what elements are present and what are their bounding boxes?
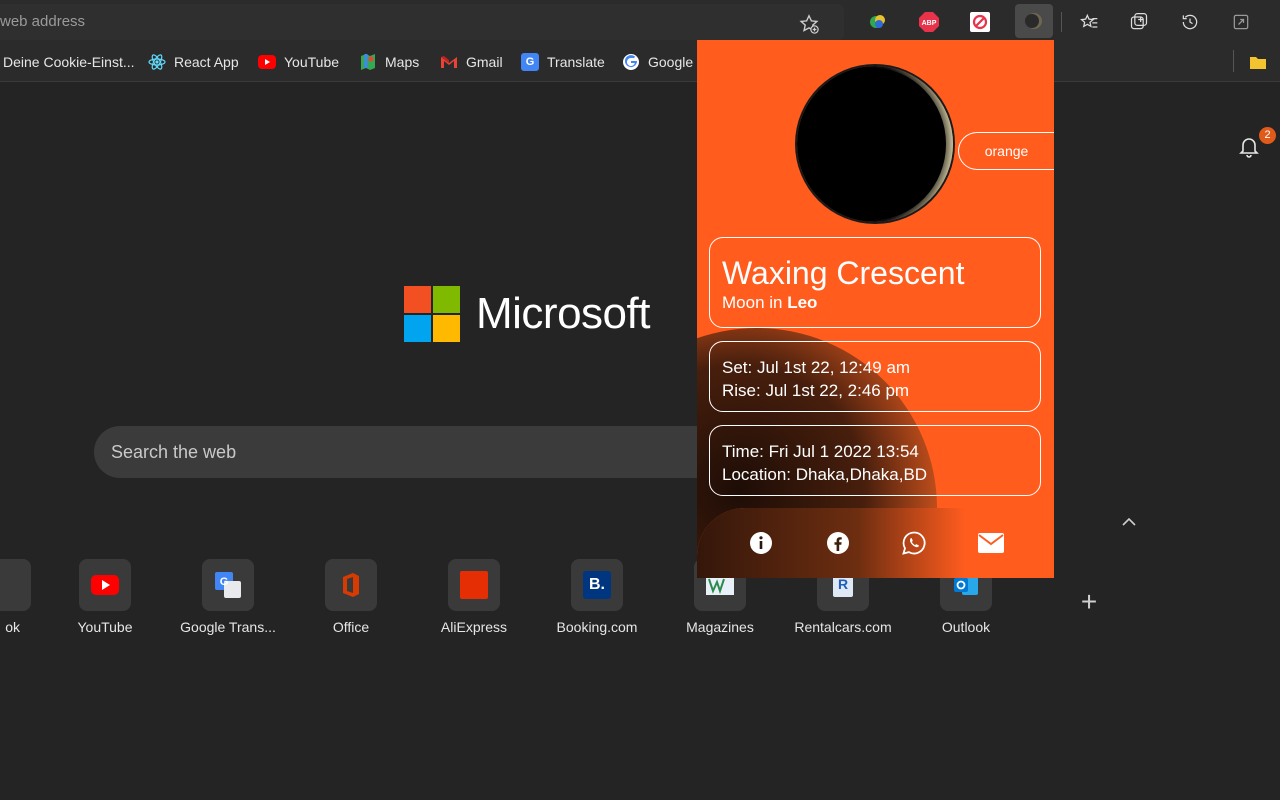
address-placeholder[interactable]: web address [0,13,85,30]
bookmark-item[interactable]: Maps [359,51,419,73]
moon-phase-popup: orange Waxing Crescent Moon in Leo Set: … [697,40,1054,578]
booking-icon: B. [571,559,623,611]
bookmark-item[interactable]: Gmail [440,51,503,73]
bookmark-item[interactable]: Deine Cookie-Einst... [3,51,135,73]
microsoft-logo: Microsoft [404,286,650,342]
gmail-icon [440,53,458,71]
bookmark-label: Google [648,54,694,70]
bookmarks-divider [1233,50,1234,72]
rise-set-card: Set: Jul 1st 22, 12:49 am Rise: Jul 1st … [709,341,1041,412]
favorites-icon[interactable] [1074,7,1104,37]
tile-label: Magazines [686,619,754,635]
theme-toggle-button[interactable]: orange [958,132,1054,170]
search-input[interactable] [111,442,671,463]
quick-link-tile[interactable]: B. Booking.com [542,559,652,635]
time-location-card: Time: Fri Jul 1 2022 13:54 Location: Dha… [709,425,1041,496]
tile-label: Outlook [941,619,991,635]
chevron-up-icon[interactable] [1120,513,1138,531]
tile-label: AliExpress [440,619,508,635]
tile-label: Office [332,619,370,635]
translate-icon: G [202,559,254,611]
email-icon[interactable] [978,530,1004,556]
maps-icon [359,53,377,71]
zodiac-sign: Leo [787,293,818,312]
quick-link-tile[interactable]: YouTube [50,559,160,635]
adblock-plus-icon[interactable]: ABP [914,7,944,37]
tile-label: Rentalcars.com [794,619,892,635]
phase-name: Waxing Crescent [722,255,965,291]
office-icon [325,559,377,611]
react-icon [148,53,166,71]
bookmarks-bar: Deine Cookie-Einst... React App YouTube … [0,42,1280,82]
web-search-box[interactable] [94,426,734,478]
bookmark-label: Gmail [466,54,503,70]
aliexpress-icon [448,559,500,611]
bookmark-label: Translate [547,54,605,70]
notification-badge: 2 [1259,127,1276,144]
bookmark-item[interactable]: YouTube [258,51,339,73]
info-icon[interactable] [748,530,774,556]
phase-card: Waxing Crescent Moon in Leo [709,237,1041,328]
color-picker-extension-icon[interactable] [863,7,893,37]
facebook-icon [0,559,31,611]
bookmark-label: Deine Cookie-Einst... [3,54,135,70]
tile-label: Booking.com [556,619,638,635]
browser-toolbar: web address ABP [0,0,1280,42]
add-favorite-icon[interactable] [798,13,820,35]
quick-link-tile[interactable]: AliExpress [419,559,529,635]
logo-text: Microsoft [476,289,650,338]
other-favorites-folder[interactable] [1249,51,1267,73]
quick-link-tile[interactable]: Office [296,559,406,635]
youtube-icon [258,53,276,71]
history-icon[interactable] [1175,7,1205,37]
zodiac-prefix: Moon in [722,293,788,312]
toolbar-divider [1061,12,1062,32]
current-time: Time: Fri Jul 1 2022 13:54 [722,442,919,461]
svg-text:R: R [838,576,848,592]
collections-icon[interactable] [1124,7,1154,37]
bookmark-item[interactable]: G Translate [521,51,605,73]
zodiac-line: Moon in Leo [722,293,1028,313]
bookmark-item[interactable]: React App [148,51,239,73]
bookmark-label: React App [174,54,239,70]
quick-link-tile[interactable]: G Google Trans... [173,559,283,635]
microsoft-logo-icon [404,286,460,342]
moon-phase-image [797,66,953,222]
svg-text:ABP: ABP [922,20,937,27]
translate-icon: G [521,53,539,71]
address-bar[interactable]: web address [0,4,844,40]
youtube-icon [79,559,131,611]
popup-footer [697,508,1054,578]
bookmark-label: YouTube [284,54,340,70]
moonset-time: Set: Jul 1st 22, 12:49 am [722,358,911,377]
bookmark-item[interactable]: Google [622,51,693,73]
bookmark-label: Maps [385,54,420,70]
moon-dark-side [800,68,946,220]
notification-bell-icon[interactable] [1237,134,1261,158]
blocker-extension-icon[interactable] [965,7,995,37]
add-shortcut-button[interactable]: + [1077,588,1101,616]
whatsapp-icon[interactable] [901,530,927,556]
svg-text:G: G [220,576,229,588]
tile-label: YouTube [77,619,133,635]
google-icon [622,53,640,71]
screenshot-icon[interactable] [1226,7,1256,37]
facebook-icon[interactable] [825,530,851,556]
tile-label: Google Trans... [180,619,276,635]
moon-phase-extension-icon[interactable] [1015,4,1053,38]
folder-icon [1249,53,1267,71]
moonrise-time: Rise: Jul 1st 22, 2:46 pm [722,381,910,400]
location: Location: Dhaka,Dhaka,BD [722,465,928,484]
